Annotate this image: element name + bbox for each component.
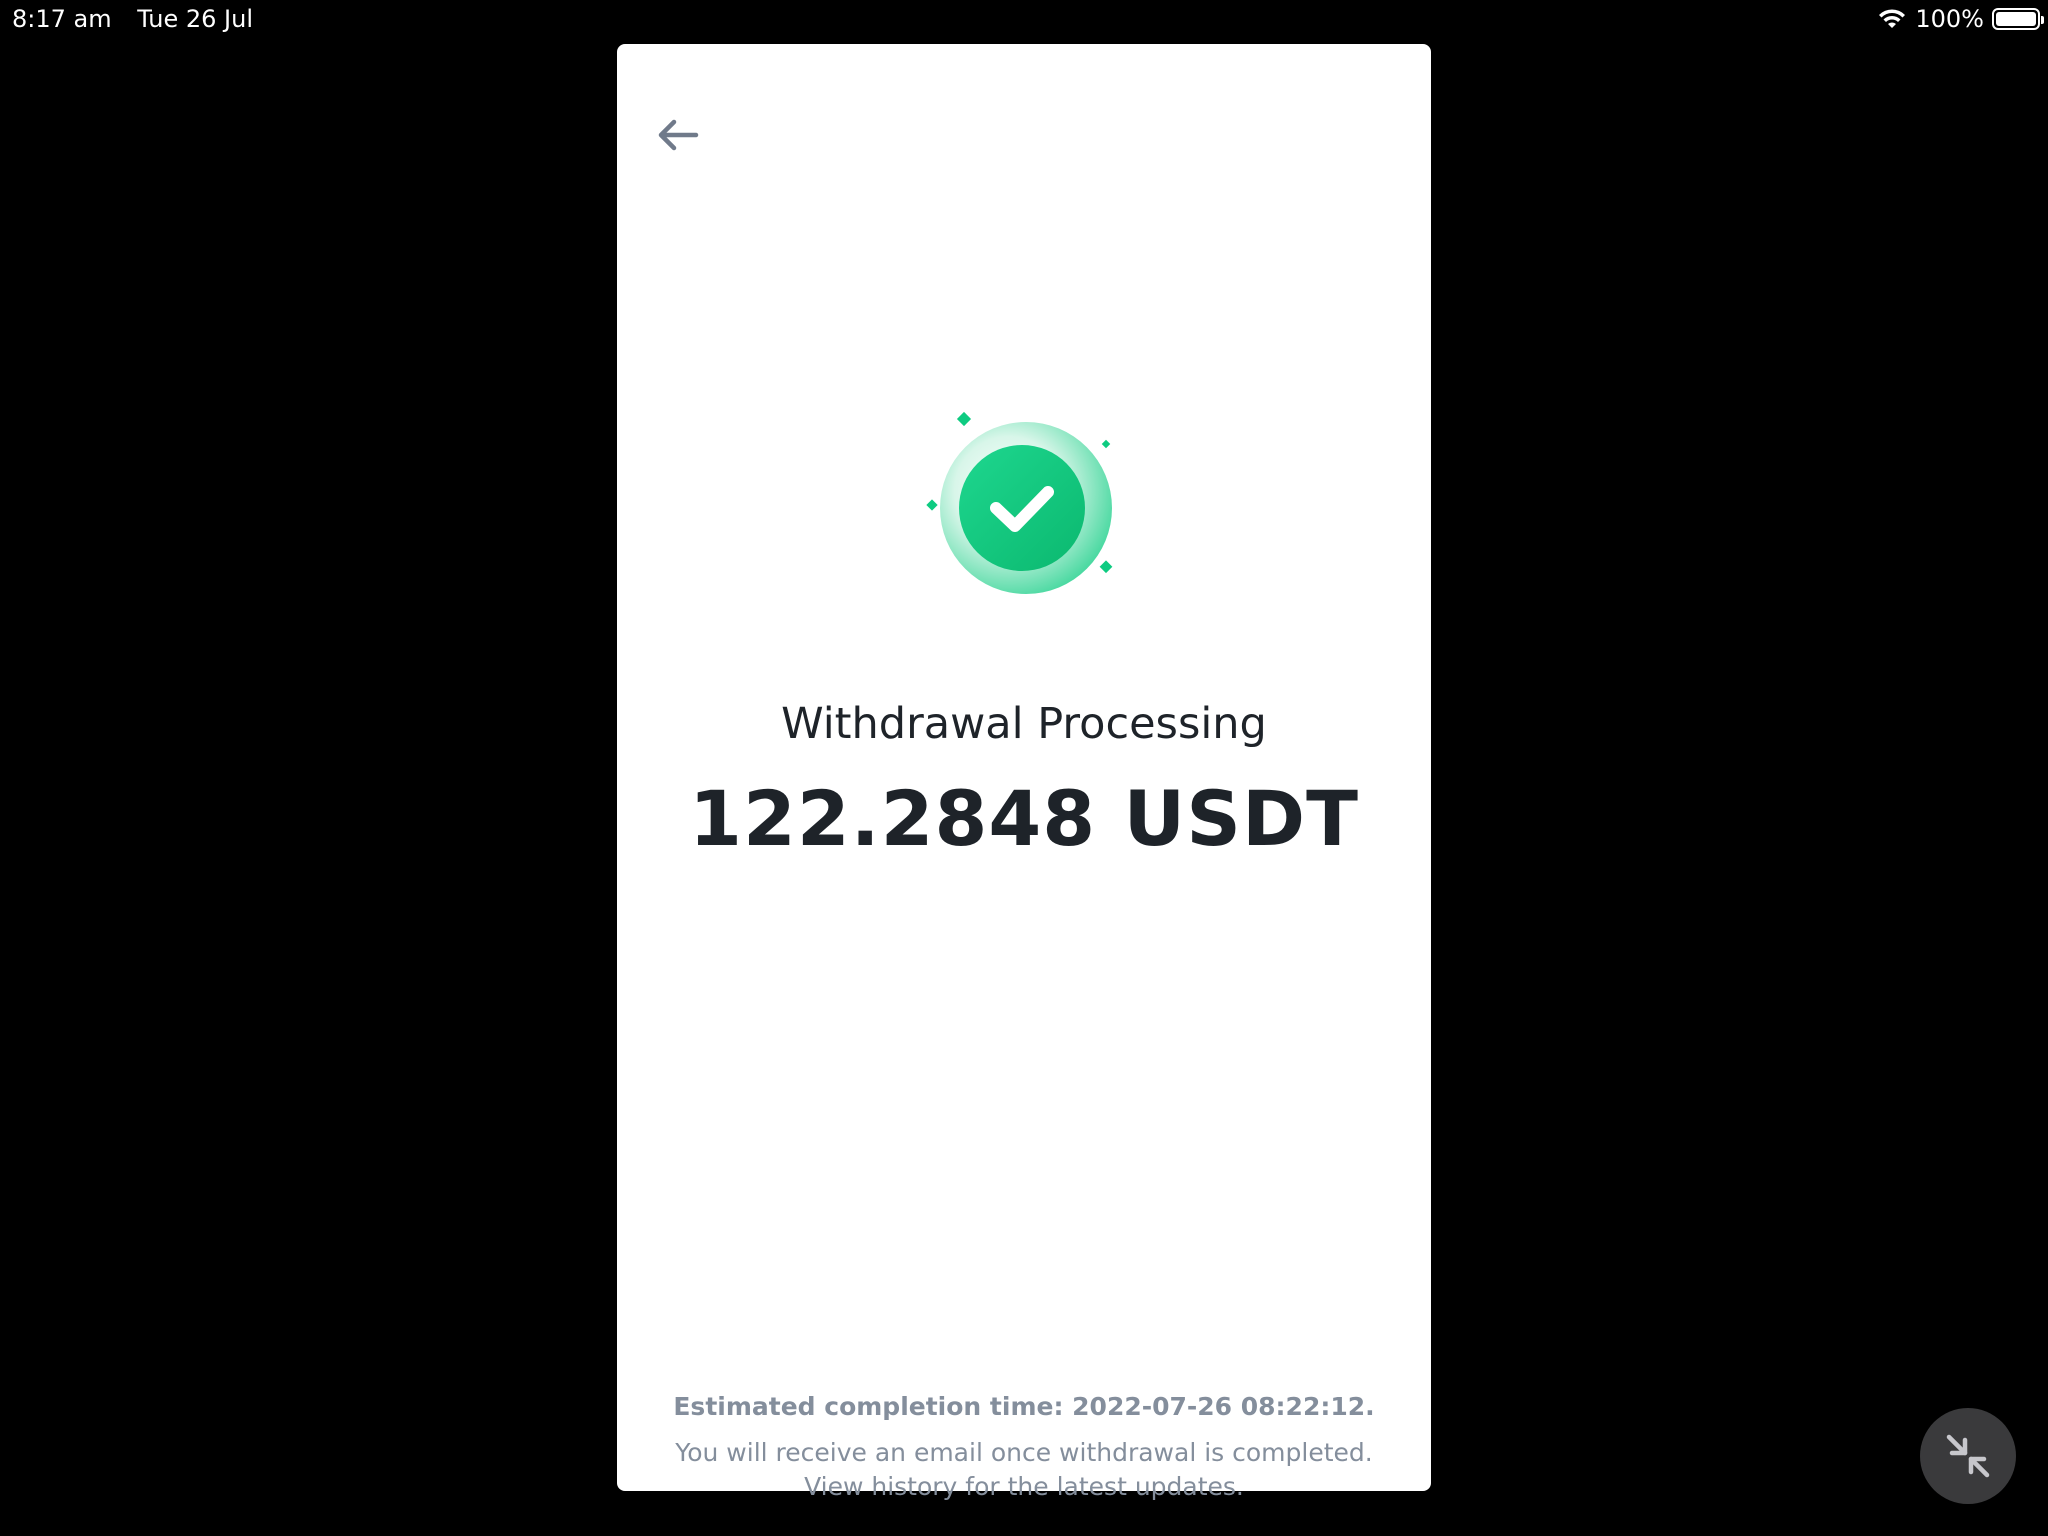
withdrawal-amount: 122.2848 USDT (689, 774, 1359, 863)
arrow-left-icon (658, 119, 699, 151)
status-bar: 8:17 am Tue 26 Jul 100% (0, 0, 2048, 40)
back-button[interactable] (653, 110, 703, 160)
status-bar-right: 100% (1877, 5, 2044, 33)
minimize-arrows-icon (1946, 1434, 1990, 1478)
status-bar-left: 8:17 am Tue 26 Jul (12, 5, 253, 33)
notice-line-email: You will receive an email once withdrawa… (675, 1438, 1373, 1467)
status-date: Tue 26 Jul (137, 5, 253, 33)
battery-icon (1992, 8, 2044, 30)
withdrawal-result-card: Withdrawal Processing 122.2848 USDT Esti… (617, 44, 1431, 1501)
page-title: Withdrawal Processing (781, 699, 1267, 749)
minimize-button[interactable] (1920, 1408, 2016, 1504)
notice-text: You will receive an email once withdrawa… (617, 1436, 1431, 1504)
battery-percent: 100% (1915, 5, 1984, 33)
notice-line-history: View history for the latest updates. (804, 1472, 1244, 1501)
check-circle-icon (926, 411, 1113, 594)
estimated-completion-time: Estimated completion time: 2022-07-26 08… (673, 1392, 1375, 1421)
wifi-icon (1879, 9, 1906, 28)
status-time: 8:17 am (12, 5, 112, 33)
